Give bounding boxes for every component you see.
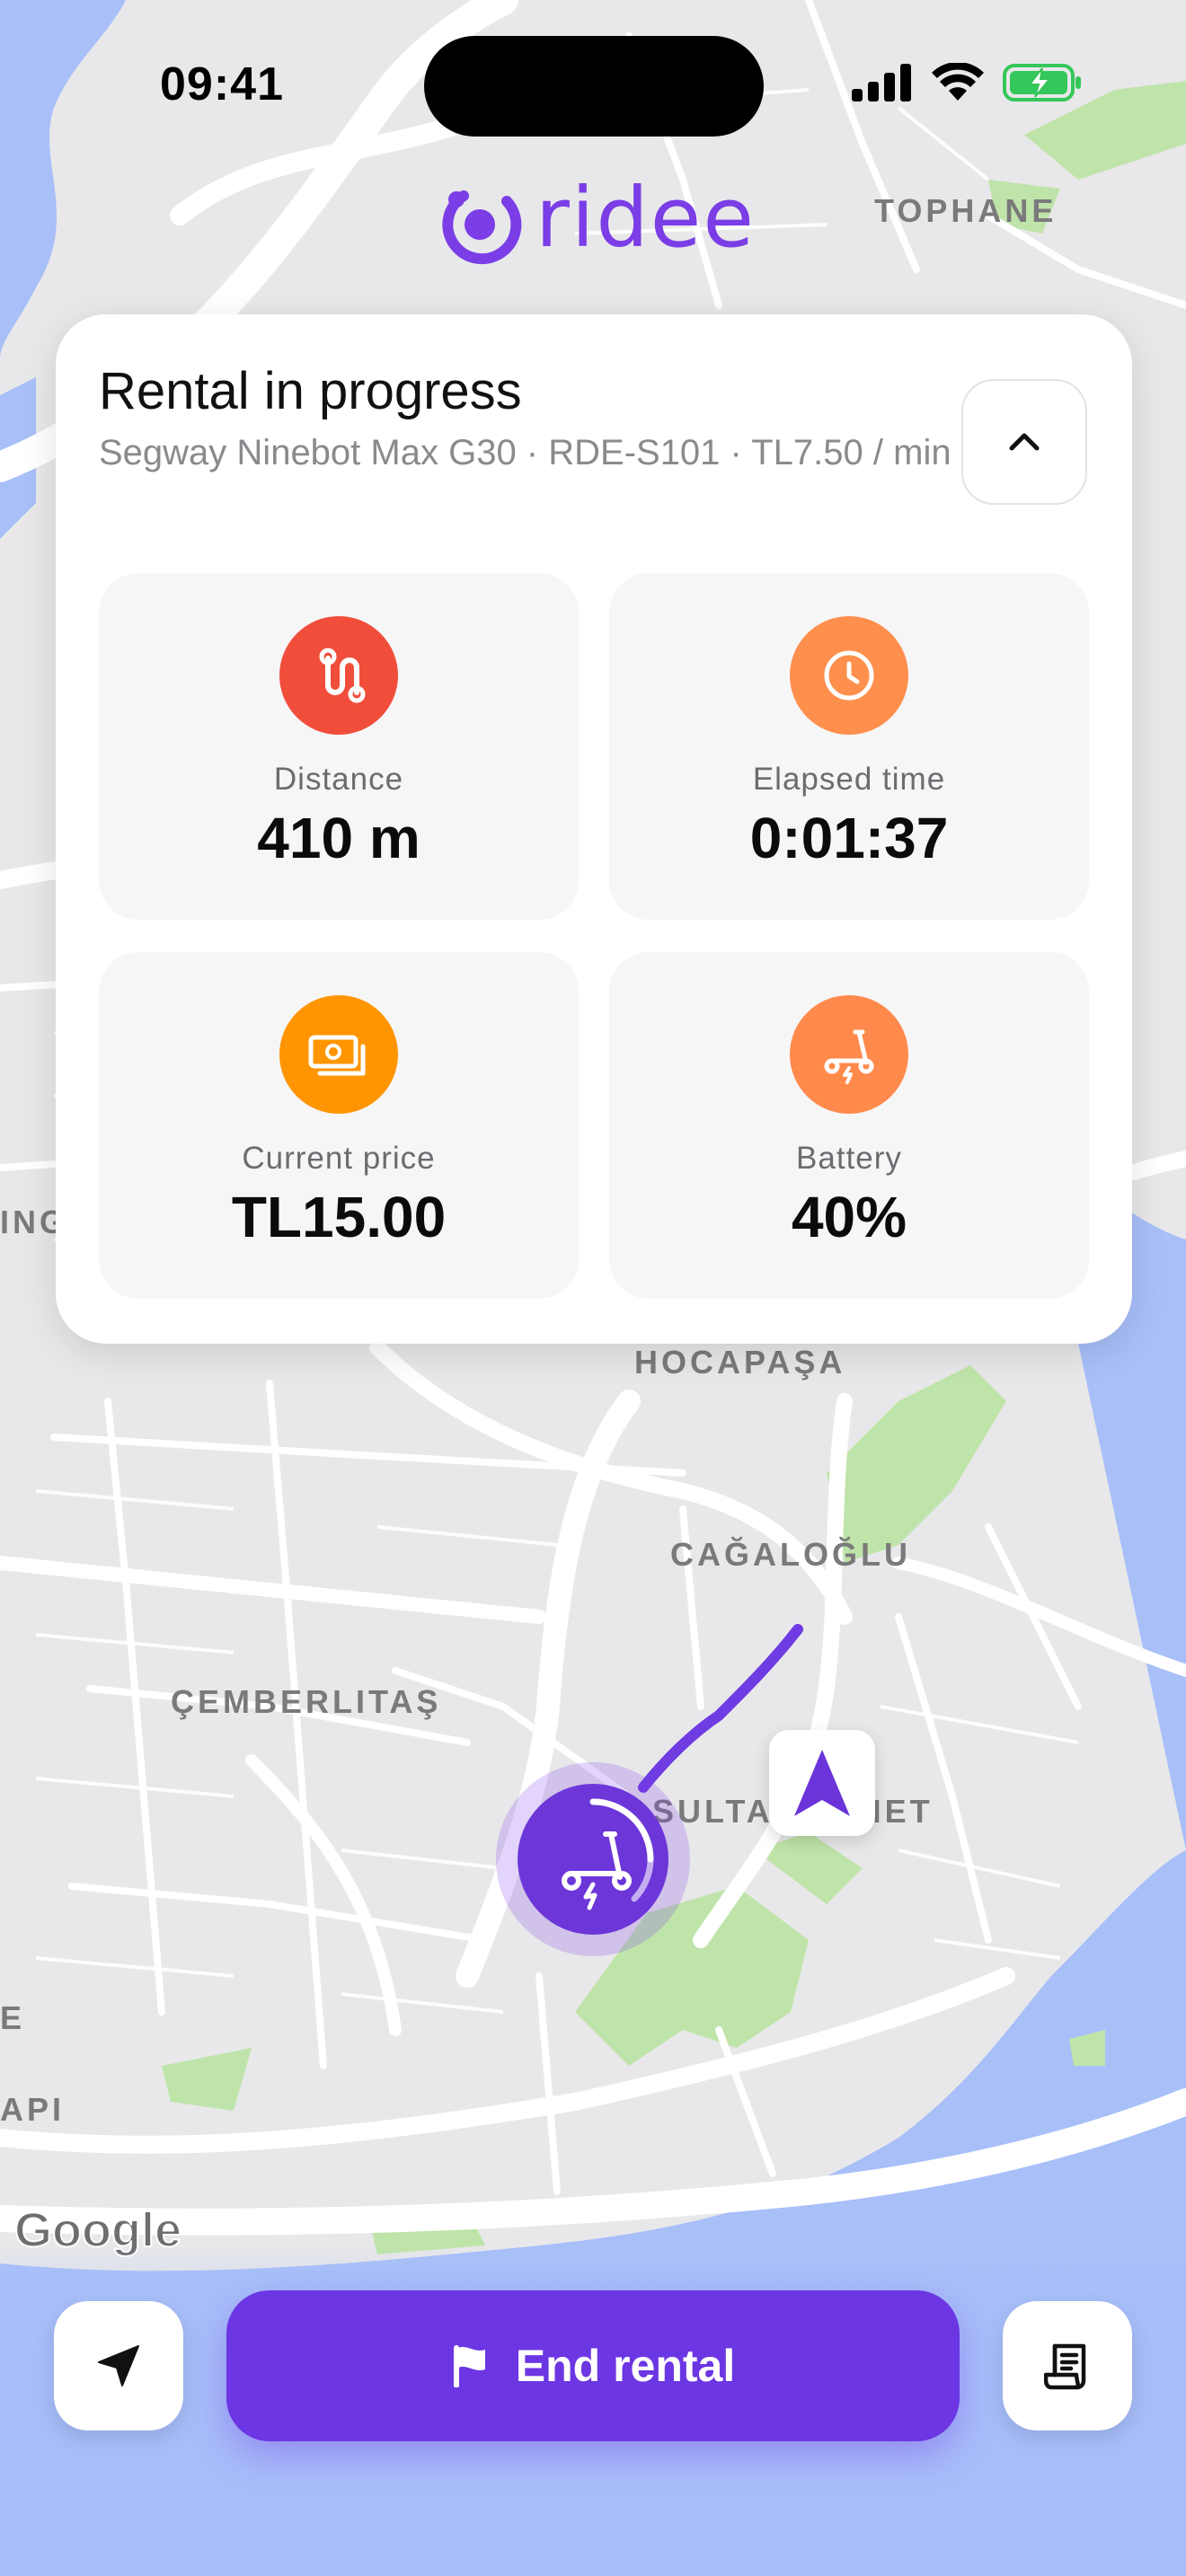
stat-tile-current-price: Current price TL15.00: [99, 952, 579, 1299]
brand-name: ridee: [535, 170, 756, 266]
end-rental-label: End rental: [515, 2341, 736, 2391]
rental-title: Rental in progress: [99, 362, 522, 420]
stat-label-distance: Distance: [273, 762, 404, 797]
clock-icon: [790, 616, 908, 735]
stat-label-current-price: Current price: [242, 1141, 436, 1176]
stat-value-current-price: TL15.00: [231, 1185, 447, 1249]
brand-logo: ridee: [437, 170, 756, 266]
route-icon: [279, 616, 398, 735]
rental-subtitle: Segway Ninebot Max G30 · RDE-S101 · TL7.…: [99, 433, 951, 472]
navigation-arrow-icon: [794, 1750, 850, 1816]
map-label-e: E: [0, 1999, 26, 2036]
map-label-tophane: TOPHANE: [874, 192, 1058, 229]
map-label-api: API: [0, 2091, 66, 2128]
scooter-icon: [562, 1798, 654, 1910]
ridee-logo-icon: [442, 190, 522, 265]
dynamic-island: [424, 36, 764, 137]
map-label-cemberlitas: ÇEMBERLITAŞ: [171, 1683, 442, 1720]
wifi-icon: [932, 63, 984, 101]
stat-tile-distance: Distance 410 m: [99, 573, 579, 920]
cash-icon: [279, 995, 398, 1114]
location-arrow-icon: [98, 2345, 139, 2386]
receipt-icon: [1044, 2343, 1086, 2390]
stat-tile-elapsed-time: Elapsed time 0:01:37: [609, 573, 1089, 920]
heading-marker: [769, 1730, 875, 1836]
stat-value-distance: 410 m: [257, 806, 420, 870]
stat-tile-battery: Battery 40%: [609, 952, 1089, 1299]
stat-label-elapsed-time: Elapsed time: [752, 762, 946, 797]
scooter-location-pin[interactable]: [518, 1784, 668, 1935]
stat-value-battery: 40%: [791, 1185, 907, 1249]
flag-icon: [453, 2345, 485, 2387]
rental-status-card: Rental in progress Segway Ninebot Max G3…: [56, 314, 1132, 1344]
collapse-card-button[interactable]: [961, 379, 1087, 505]
signal-icon: [852, 64, 911, 101]
end-rental-button[interactable]: End rental: [226, 2290, 960, 2441]
stat-label-battery: Battery: [796, 1141, 902, 1176]
scooter-battery-icon: [790, 995, 908, 1114]
stat-value-elapsed-time: 0:01:37: [749, 806, 949, 870]
status-time: 09:41: [160, 58, 284, 110]
map-label-cagaloglu: CAĞALOĞLU: [670, 1536, 911, 1573]
receipt-button[interactable]: [1003, 2301, 1132, 2430]
app-screen: TOPHANE HOCAPAŞA CAĞALOĞLU ÇEMBERLITAŞ S…: [0, 0, 1186, 2576]
chevron-up-icon: [1009, 433, 1040, 451]
status-icons: [852, 63, 1084, 102]
recenter-location-button[interactable]: [54, 2301, 183, 2430]
map-label-hocapasa: HOCAPAŞA: [634, 1344, 846, 1381]
battery-charging-icon: [1003, 64, 1081, 101]
